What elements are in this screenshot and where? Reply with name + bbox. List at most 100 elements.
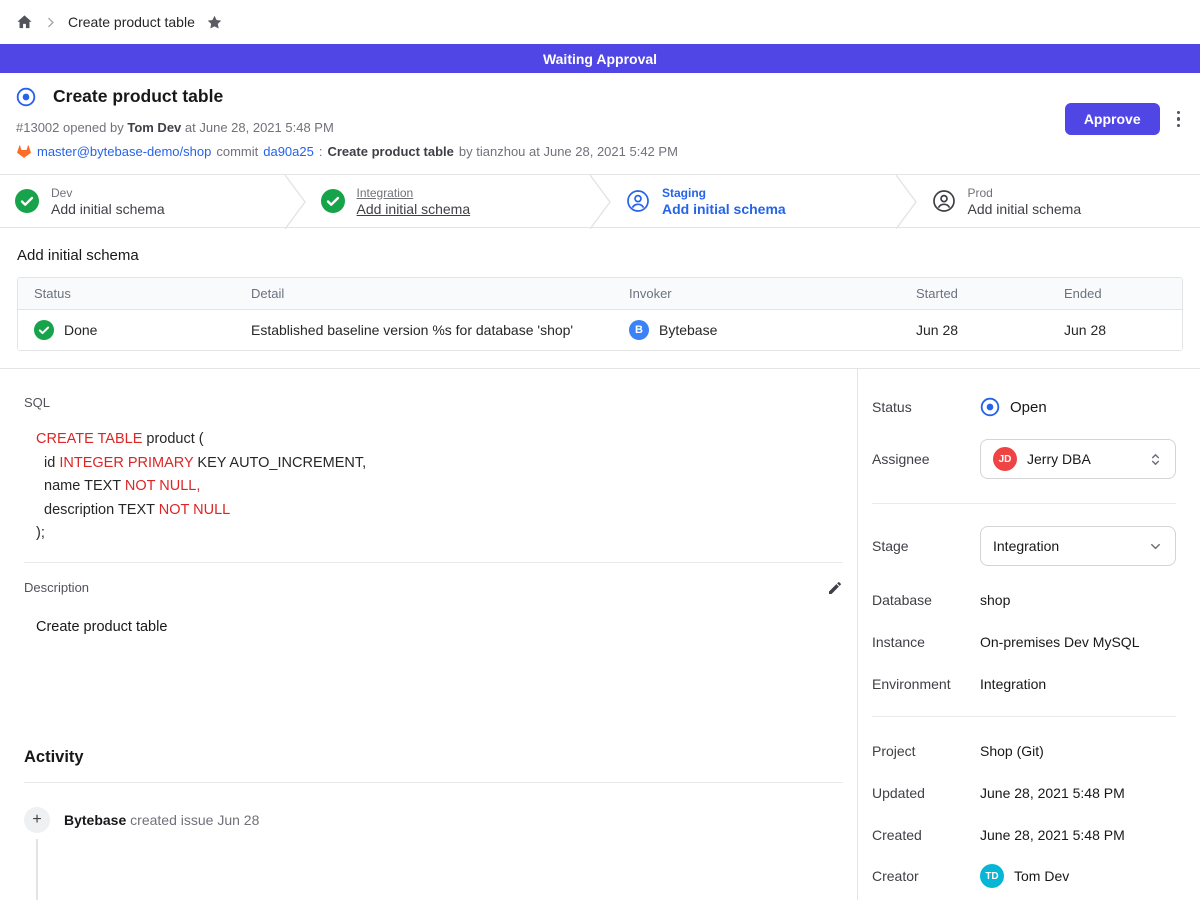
assignee-value: Jerry DBA	[1027, 451, 1138, 467]
divider	[872, 716, 1176, 717]
creator-row: Creator TD Tom Dev	[872, 864, 1176, 888]
plus-icon: +	[24, 807, 50, 833]
vcs-branch-link[interactable]: master@bytebase-demo/shop	[37, 144, 211, 159]
stage-env-label: Integration	[357, 186, 471, 200]
breadcrumb-current[interactable]: Create product table	[68, 14, 195, 30]
check-circle-icon	[15, 189, 39, 213]
status-row: Status Open	[872, 397, 1176, 417]
issue-id-text: #13002 opened by	[16, 120, 124, 135]
task-table-row[interactable]: Done Established baseline version %s for…	[18, 310, 1182, 350]
environment-label: Environment	[872, 676, 980, 692]
assignee-select[interactable]: JD Jerry DBA	[980, 439, 1176, 479]
stage-prod[interactable]: Prod Add initial schema	[917, 175, 1200, 227]
stage-staging[interactable]: Staging Add initial schema	[611, 175, 895, 227]
created-label: Created	[872, 827, 980, 843]
stage-task-label: Add initial schema	[357, 201, 471, 217]
col-invoker: Invoker	[613, 278, 900, 310]
updated-label: Updated	[872, 785, 980, 801]
task-invoker-text: Bytebase	[659, 322, 717, 338]
vcs-commit-link[interactable]: da90a25	[263, 144, 314, 159]
status-banner-text: Waiting Approval	[543, 51, 657, 67]
col-status: Status	[18, 278, 235, 310]
project-label: Project	[872, 743, 980, 759]
avatar: JD	[993, 447, 1017, 471]
home-icon[interactable]	[16, 14, 33, 31]
stage-dev[interactable]: Dev Add initial schema	[0, 175, 284, 227]
stage-separator	[284, 175, 306, 227]
database-value[interactable]: shop	[980, 592, 1010, 608]
issue-sidebar: Status Open Assignee JD Jerry DBA Stage	[858, 369, 1200, 900]
task-status-text: Done	[64, 322, 97, 338]
breadcrumb: Create product table	[0, 0, 1200, 44]
updown-chevron-icon	[1148, 452, 1163, 467]
created-row: Created June 28, 2021 5:48 PM	[872, 827, 1176, 843]
project-value[interactable]: Shop (Git)	[980, 743, 1044, 759]
stage-task-label: Add initial schema	[51, 201, 165, 217]
environment-value[interactable]: Integration	[980, 676, 1046, 692]
vcs-meta: master@bytebase-demo/shop commit da90a25…	[16, 144, 1184, 159]
col-detail: Detail	[235, 278, 613, 310]
stage-task-label: Add initial schema	[662, 201, 786, 217]
stage-env-label: Staging	[662, 186, 786, 200]
pipeline-stages: Dev Add initial schema Integration Add i…	[0, 174, 1200, 228]
vcs-colon: :	[319, 144, 323, 159]
issue-author: Tom Dev	[127, 120, 181, 135]
task-ended-text: Jun 28	[1048, 310, 1182, 350]
status-banner: Waiting Approval	[0, 44, 1200, 73]
stage-task-label: Add initial schema	[968, 201, 1082, 217]
database-row: Database shop	[872, 592, 1176, 608]
issue-open-icon	[16, 87, 36, 107]
assignee-row: Assignee JD Jerry DBA	[872, 439, 1176, 479]
issue-meta: #13002 opened by Tom Dev at June 28, 202…	[16, 120, 1184, 135]
updated-row: Updated June 28, 2021 5:48 PM	[872, 785, 1176, 801]
approve-button[interactable]: Approve	[1065, 103, 1160, 135]
avatar: B	[629, 320, 649, 340]
divider	[872, 503, 1176, 504]
task-section-title: Add initial schema	[17, 247, 1183, 264]
chevron-down-icon	[1148, 539, 1163, 554]
breadcrumb-chevron-icon	[44, 16, 57, 29]
database-label: Database	[872, 592, 980, 608]
issue-open-icon	[980, 397, 1000, 417]
kebab-menu-icon[interactable]	[1173, 107, 1184, 131]
assignee-label: Assignee	[872, 451, 980, 467]
sql-label: SQL	[24, 395, 843, 410]
description-text: Create product table	[36, 619, 843, 635]
activity-item: + Bytebase created issue Jun 28	[24, 807, 843, 833]
divider	[24, 782, 843, 783]
status-value: Open	[1010, 399, 1047, 416]
stage-separator	[589, 175, 611, 227]
instance-value[interactable]: On-premises Dev MySQL	[980, 634, 1139, 650]
vcs-commit-word: commit	[216, 144, 258, 159]
task-table: Status Detail Invoker Started Ended Done…	[17, 277, 1183, 351]
instance-label: Instance	[872, 634, 980, 650]
avatar: TD	[980, 864, 1004, 888]
gitlab-icon	[16, 144, 32, 159]
stage-separator	[895, 175, 917, 227]
stage-select[interactable]: Integration	[980, 526, 1176, 566]
col-ended: Ended	[1048, 278, 1182, 310]
pencil-icon[interactable]	[827, 580, 843, 596]
description-label: Description	[24, 580, 89, 595]
page-title: Create product table	[53, 86, 223, 107]
vcs-suffix: by tianzhou at June 28, 2021 5:42 PM	[459, 144, 678, 159]
star-icon[interactable]	[206, 14, 223, 31]
divider	[24, 562, 843, 563]
created-value: June 28, 2021 5:48 PM	[980, 827, 1125, 843]
creator-value: Tom Dev	[1014, 868, 1069, 884]
user-circle-icon	[626, 189, 650, 213]
status-label: Status	[872, 399, 980, 415]
stage-env-label: Prod	[968, 186, 1082, 200]
activity-actor: Bytebase	[64, 812, 126, 828]
stage-integration[interactable]: Integration Add initial schema	[306, 175, 590, 227]
check-circle-icon	[321, 189, 345, 213]
environment-row: Environment Integration	[872, 676, 1176, 692]
updated-value: June 28, 2021 5:48 PM	[980, 785, 1125, 801]
stage-label: Stage	[872, 538, 980, 554]
sql-code-block: CREATE TABLE product ( id INTEGER PRIMAR…	[36, 428, 843, 546]
instance-row: Instance On-premises Dev MySQL	[872, 634, 1176, 650]
task-detail-text: Established baseline version %s for data…	[235, 310, 613, 350]
task-started-text: Jun 28	[900, 310, 1048, 350]
issue-header: Create product table #13002 opened by To…	[0, 73, 1200, 174]
stage-row: Stage Integration	[872, 526, 1176, 566]
